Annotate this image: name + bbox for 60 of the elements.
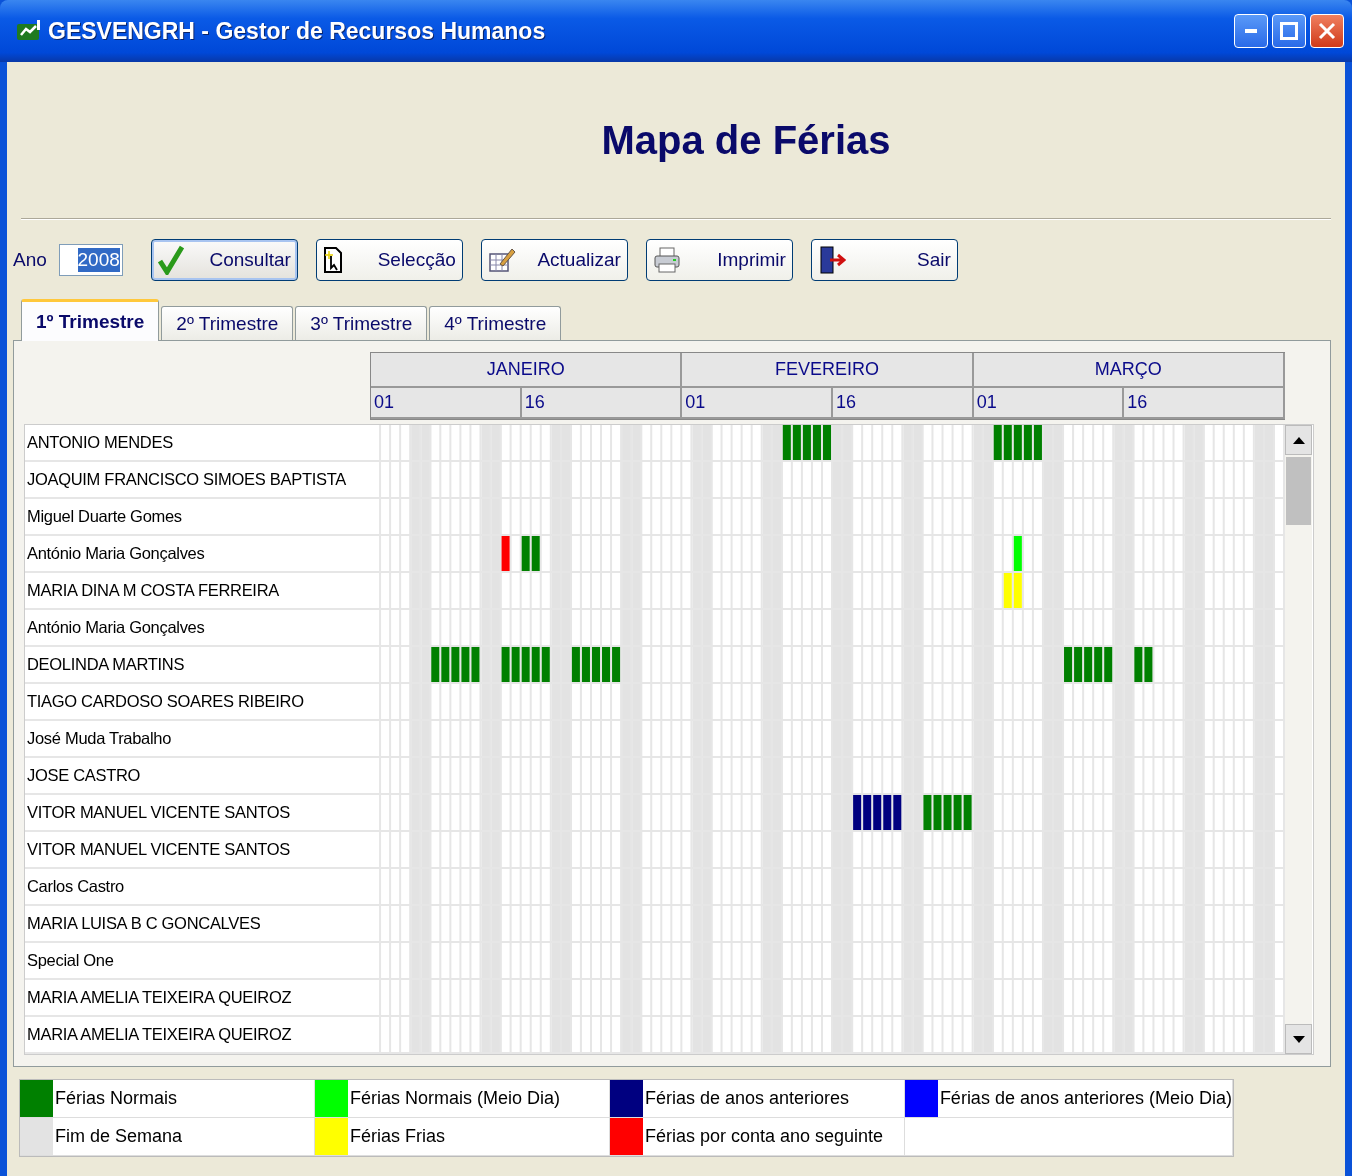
up-arrow-icon: [1292, 436, 1305, 444]
quarter-tab[interactable]: 2º Trimestre: [161, 306, 294, 340]
legend-label: Fim de Semana: [55, 1126, 183, 1147]
quarter-tab[interactable]: 1º Trimestre: [21, 299, 160, 341]
day-header: 16: [521, 388, 683, 419]
quarter-tab[interactable]: 3º Trimestre: [295, 306, 428, 340]
vacation-bar: [501, 536, 510, 571]
page-heading: Mapa de Férias: [601, 117, 891, 163]
toolbar-button[interactable]: Selecção: [315, 239, 463, 281]
close-icon: [1318, 22, 1336, 40]
legend-label: Férias por conta ano seguinte: [644, 1126, 884, 1147]
edit-table-icon: [487, 246, 516, 274]
vacation-bar: [431, 647, 480, 682]
vacation-bar: [923, 795, 972, 830]
vacation-bar: [501, 647, 550, 682]
down-arrow-icon: [1292, 1035, 1305, 1043]
vacation-bar: [1134, 647, 1153, 682]
legend-label: Férias Frias: [349, 1126, 445, 1147]
vacation-bar: [853, 795, 902, 830]
scrollbar-thumb[interactable]: [1286, 457, 1311, 525]
vacation-bar: [571, 647, 621, 682]
printer-icon: [652, 246, 681, 274]
vacation-bar: [521, 536, 540, 571]
vacation-bar: [1064, 647, 1113, 682]
year-field[interactable]: 2008: [58, 244, 123, 276]
toolbar-button[interactable]: Sair: [810, 239, 958, 281]
employee-name[interactable]: ANTONIO MENDES: [25, 425, 371, 462]
month-header: JANEIRO: [371, 353, 683, 388]
exit-door-icon: [817, 245, 846, 275]
day-header: 16: [833, 388, 974, 419]
maximize-icon: [1280, 22, 1298, 40]
toolbar-button[interactable]: Imprimir: [645, 239, 793, 281]
month-header: MARÇO: [973, 353, 1285, 388]
quarter-tab[interactable]: 4º Trimestre: [429, 306, 562, 340]
minimize-icon: [1245, 29, 1257, 33]
legend-label: Férias Normais: [55, 1088, 178, 1109]
vacation-bar: [782, 425, 831, 460]
window-title: GESVENGRH - Gestor de Recursos Humanos: [48, 17, 547, 45]
employee-name[interactable]: MARIA AMELIA TEIXEIRA QUEIROZ: [25, 1017, 371, 1054]
maximize-button[interactable]: [1272, 14, 1306, 48]
legend-label: Férias Normais (Meio Dia): [349, 1088, 560, 1109]
minimize-button[interactable]: [1234, 14, 1268, 48]
checkmark-icon: [157, 245, 184, 275]
vacation-bar: [1013, 536, 1022, 571]
close-button[interactable]: [1310, 14, 1344, 48]
year-label: Ano: [13, 249, 47, 271]
day-header: 01: [682, 388, 833, 419]
scroll-down-button[interactable]: [1285, 1024, 1312, 1054]
legend-label: Férias de anos anteriores (Meio Dia): [939, 1088, 1232, 1109]
toolbar-button[interactable]: Actualizar: [480, 239, 628, 281]
legend-label: Férias de anos anteriores: [644, 1088, 849, 1109]
toolbar-button[interactable]: Consultar: [150, 239, 298, 281]
day-header: 01: [371, 388, 522, 419]
scroll-up-button[interactable]: [1285, 425, 1312, 455]
month-header: FEVEREIRO: [682, 353, 974, 388]
day-header: 01: [973, 388, 1125, 419]
vacation-bar: [993, 425, 1042, 460]
vacation-bar: [1003, 573, 1022, 608]
day-header: 16: [1124, 388, 1285, 419]
document-cursor-icon: [322, 246, 343, 274]
